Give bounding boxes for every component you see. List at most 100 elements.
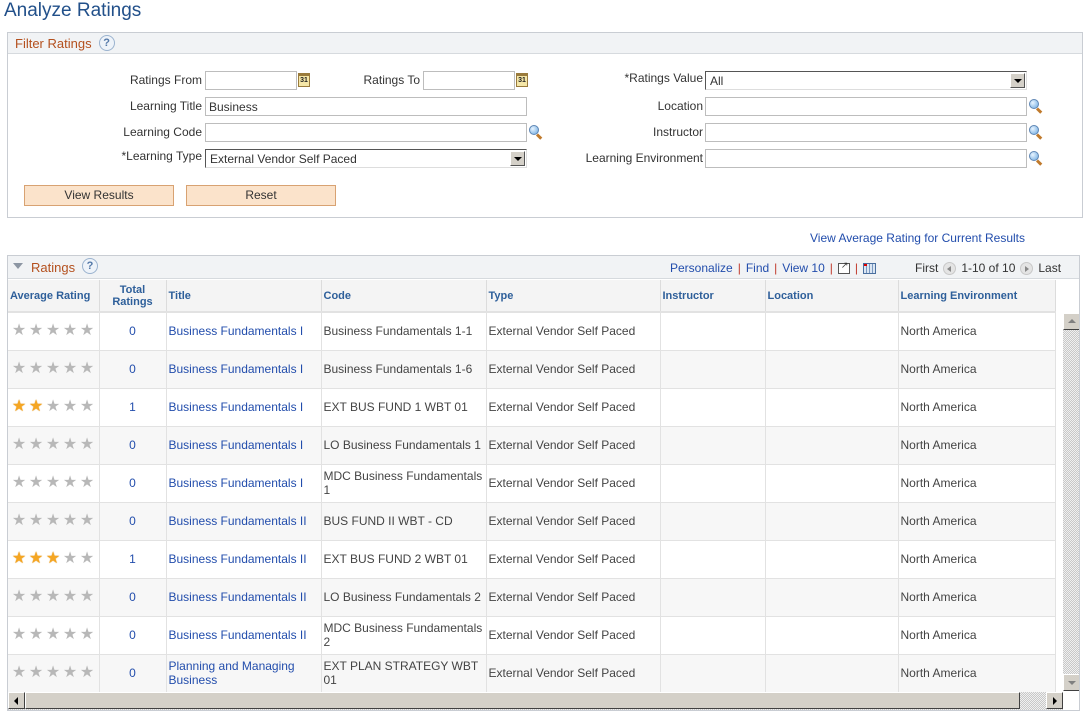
- column-header-type[interactable]: Type: [486, 280, 661, 313]
- page-title: Analyze Ratings: [4, 0, 142, 21]
- search-icon[interactable]: [528, 124, 544, 140]
- total-ratings-link[interactable]: 0: [129, 324, 136, 338]
- personalize-link[interactable]: Personalize: [670, 261, 733, 275]
- total-ratings-link[interactable]: 0: [129, 590, 136, 604]
- title-link[interactable]: Business Fundamentals I: [169, 476, 304, 490]
- total-ratings-link[interactable]: 1: [129, 400, 136, 414]
- title-link[interactable]: Business Fundamentals I: [169, 438, 304, 452]
- view-10-link[interactable]: View 10: [782, 261, 824, 275]
- learning-title-label: Learning Title: [129, 99, 202, 113]
- horizontal-scroll-thumb[interactable]: [25, 692, 1020, 709]
- star-rating: ★ ★ ★ ★ ★: [10, 665, 97, 681]
- code-cell: MDC Business Fundamentals 1: [323, 469, 483, 497]
- title-link[interactable]: Business Fundamentals II: [169, 514, 307, 528]
- horizontal-scrollbar[interactable]: [8, 692, 1063, 710]
- title-link[interactable]: Business Fundamentals II: [169, 552, 307, 566]
- scroll-left-button[interactable]: [8, 692, 25, 709]
- pager-last[interactable]: Last: [1038, 261, 1061, 275]
- scroll-right-button[interactable]: [1046, 692, 1063, 709]
- title-cell: Business Fundamentals II: [166, 502, 322, 541]
- learning-environment-cell: North America: [900, 324, 977, 339]
- column-header-title[interactable]: Title: [166, 280, 322, 313]
- learning-type-select[interactable]: External Vendor Self Paced: [205, 149, 527, 168]
- instructor-input[interactable]: [705, 123, 1027, 142]
- pager-range: 1-10 of 10: [961, 261, 1016, 275]
- find-link[interactable]: Find: [746, 261, 769, 275]
- ratings-value-label: *Ratings Value: [624, 71, 704, 85]
- column-header-instructor[interactable]: Instructor: [660, 280, 766, 313]
- star-empty-icon: ★: [62, 474, 78, 491]
- title-cell: Business Fundamentals II: [166, 616, 322, 655]
- location-cell: [765, 616, 899, 655]
- column-header-location[interactable]: Location: [765, 280, 899, 313]
- title-link[interactable]: Business Fundamentals II: [169, 628, 307, 642]
- view-average-rating-link[interactable]: View Average Rating for Current Results: [810, 231, 1025, 245]
- calendar-icon[interactable]: 31: [298, 73, 310, 87]
- learning-environment-cell: North America: [900, 628, 977, 642]
- collapse-icon[interactable]: [13, 263, 23, 269]
- title-link[interactable]: Business Fundamentals I: [169, 362, 304, 376]
- star-empty-icon: ★: [45, 512, 61, 529]
- star-empty-icon: ★: [62, 588, 78, 605]
- star-empty-icon: ★: [11, 588, 27, 605]
- download-spreadsheet-icon[interactable]: [863, 262, 877, 274]
- help-icon[interactable]: ?: [82, 258, 98, 274]
- ratings-value-select[interactable]: All: [705, 71, 1027, 90]
- ratings-to-input[interactable]: [423, 71, 515, 90]
- scroll-down-button[interactable]: [1063, 674, 1079, 691]
- column-header-total-ratings[interactable]: Total Ratings: [99, 280, 167, 313]
- star-filled-icon: ★: [28, 550, 44, 567]
- total-ratings-link[interactable]: 0: [129, 476, 136, 490]
- location-cell: [765, 654, 899, 693]
- learning-code-input[interactable]: [205, 123, 527, 142]
- average-rating-cell: ★ ★ ★ ★ ★: [8, 578, 100, 617]
- total-ratings-link[interactable]: 0: [129, 628, 136, 642]
- title-link[interactable]: Business Fundamentals I: [169, 324, 304, 338]
- total-ratings-link[interactable]: 0: [129, 438, 136, 452]
- total-ratings-link[interactable]: 1: [129, 552, 136, 566]
- ratings-from-input[interactable]: [205, 71, 297, 90]
- column-header-average-rating[interactable]: Average Rating: [8, 280, 100, 313]
- total-ratings-link[interactable]: 0: [129, 362, 136, 376]
- search-icon[interactable]: [1028, 98, 1044, 114]
- title-link[interactable]: Planning and Managing Business: [169, 659, 295, 687]
- location-input[interactable]: [705, 97, 1027, 116]
- column-header-learning-environment[interactable]: Learning Environment: [898, 280, 1056, 313]
- previous-page-icon[interactable]: [943, 261, 957, 275]
- next-page-icon[interactable]: [1020, 261, 1034, 275]
- chevron-down-icon[interactable]: [510, 151, 525, 166]
- view-results-button[interactable]: View Results: [24, 185, 174, 206]
- type-cell: External Vendor Self Paced: [488, 514, 636, 528]
- zoom-grid-icon[interactable]: [837, 260, 850, 274]
- search-icon[interactable]: [1028, 150, 1044, 166]
- average-rating-cell: ★ ★ ★ ★ ★: [8, 654, 100, 693]
- pager-first[interactable]: First: [915, 261, 938, 275]
- scroll-up-button[interactable]: [1063, 313, 1079, 330]
- code-cell: EXT PLAN STRATEGY WBT 01: [321, 654, 487, 693]
- total-ratings-link[interactable]: 0: [129, 666, 136, 680]
- star-empty-icon: ★: [45, 626, 61, 643]
- star-rating: ★ ★ ★ ★ ★: [10, 589, 97, 605]
- chevron-down-icon[interactable]: [1010, 73, 1025, 88]
- reset-button[interactable]: Reset: [186, 185, 336, 206]
- vertical-scrollbar[interactable]: [1063, 313, 1079, 691]
- type-cell: External Vendor Self Paced: [486, 616, 661, 655]
- separator: |: [774, 261, 778, 275]
- code-cell: BUS FUND II WBT - CD: [321, 502, 487, 541]
- type-cell: External Vendor Self Paced: [486, 426, 661, 465]
- title-link[interactable]: Business Fundamentals II: [169, 590, 307, 604]
- search-icon[interactable]: [1028, 124, 1044, 140]
- column-header-code[interactable]: Code: [321, 280, 487, 313]
- learning-environment-input[interactable]: [705, 149, 1027, 168]
- instructor-cell: [660, 464, 766, 503]
- total-ratings-cell: 1: [99, 388, 167, 427]
- star-empty-icon: ★: [62, 436, 78, 453]
- help-icon[interactable]: ?: [98, 35, 115, 51]
- learning-environment-cell: North America: [898, 464, 1056, 503]
- instructor-cell: [660, 312, 766, 351]
- learning-title-input[interactable]: [205, 97, 527, 116]
- total-ratings-link[interactable]: 0: [129, 514, 136, 528]
- calendar-icon[interactable]: 31: [516, 73, 528, 87]
- title-link[interactable]: Business Fundamentals I: [169, 400, 304, 414]
- type-cell: External Vendor Self Paced: [486, 654, 661, 693]
